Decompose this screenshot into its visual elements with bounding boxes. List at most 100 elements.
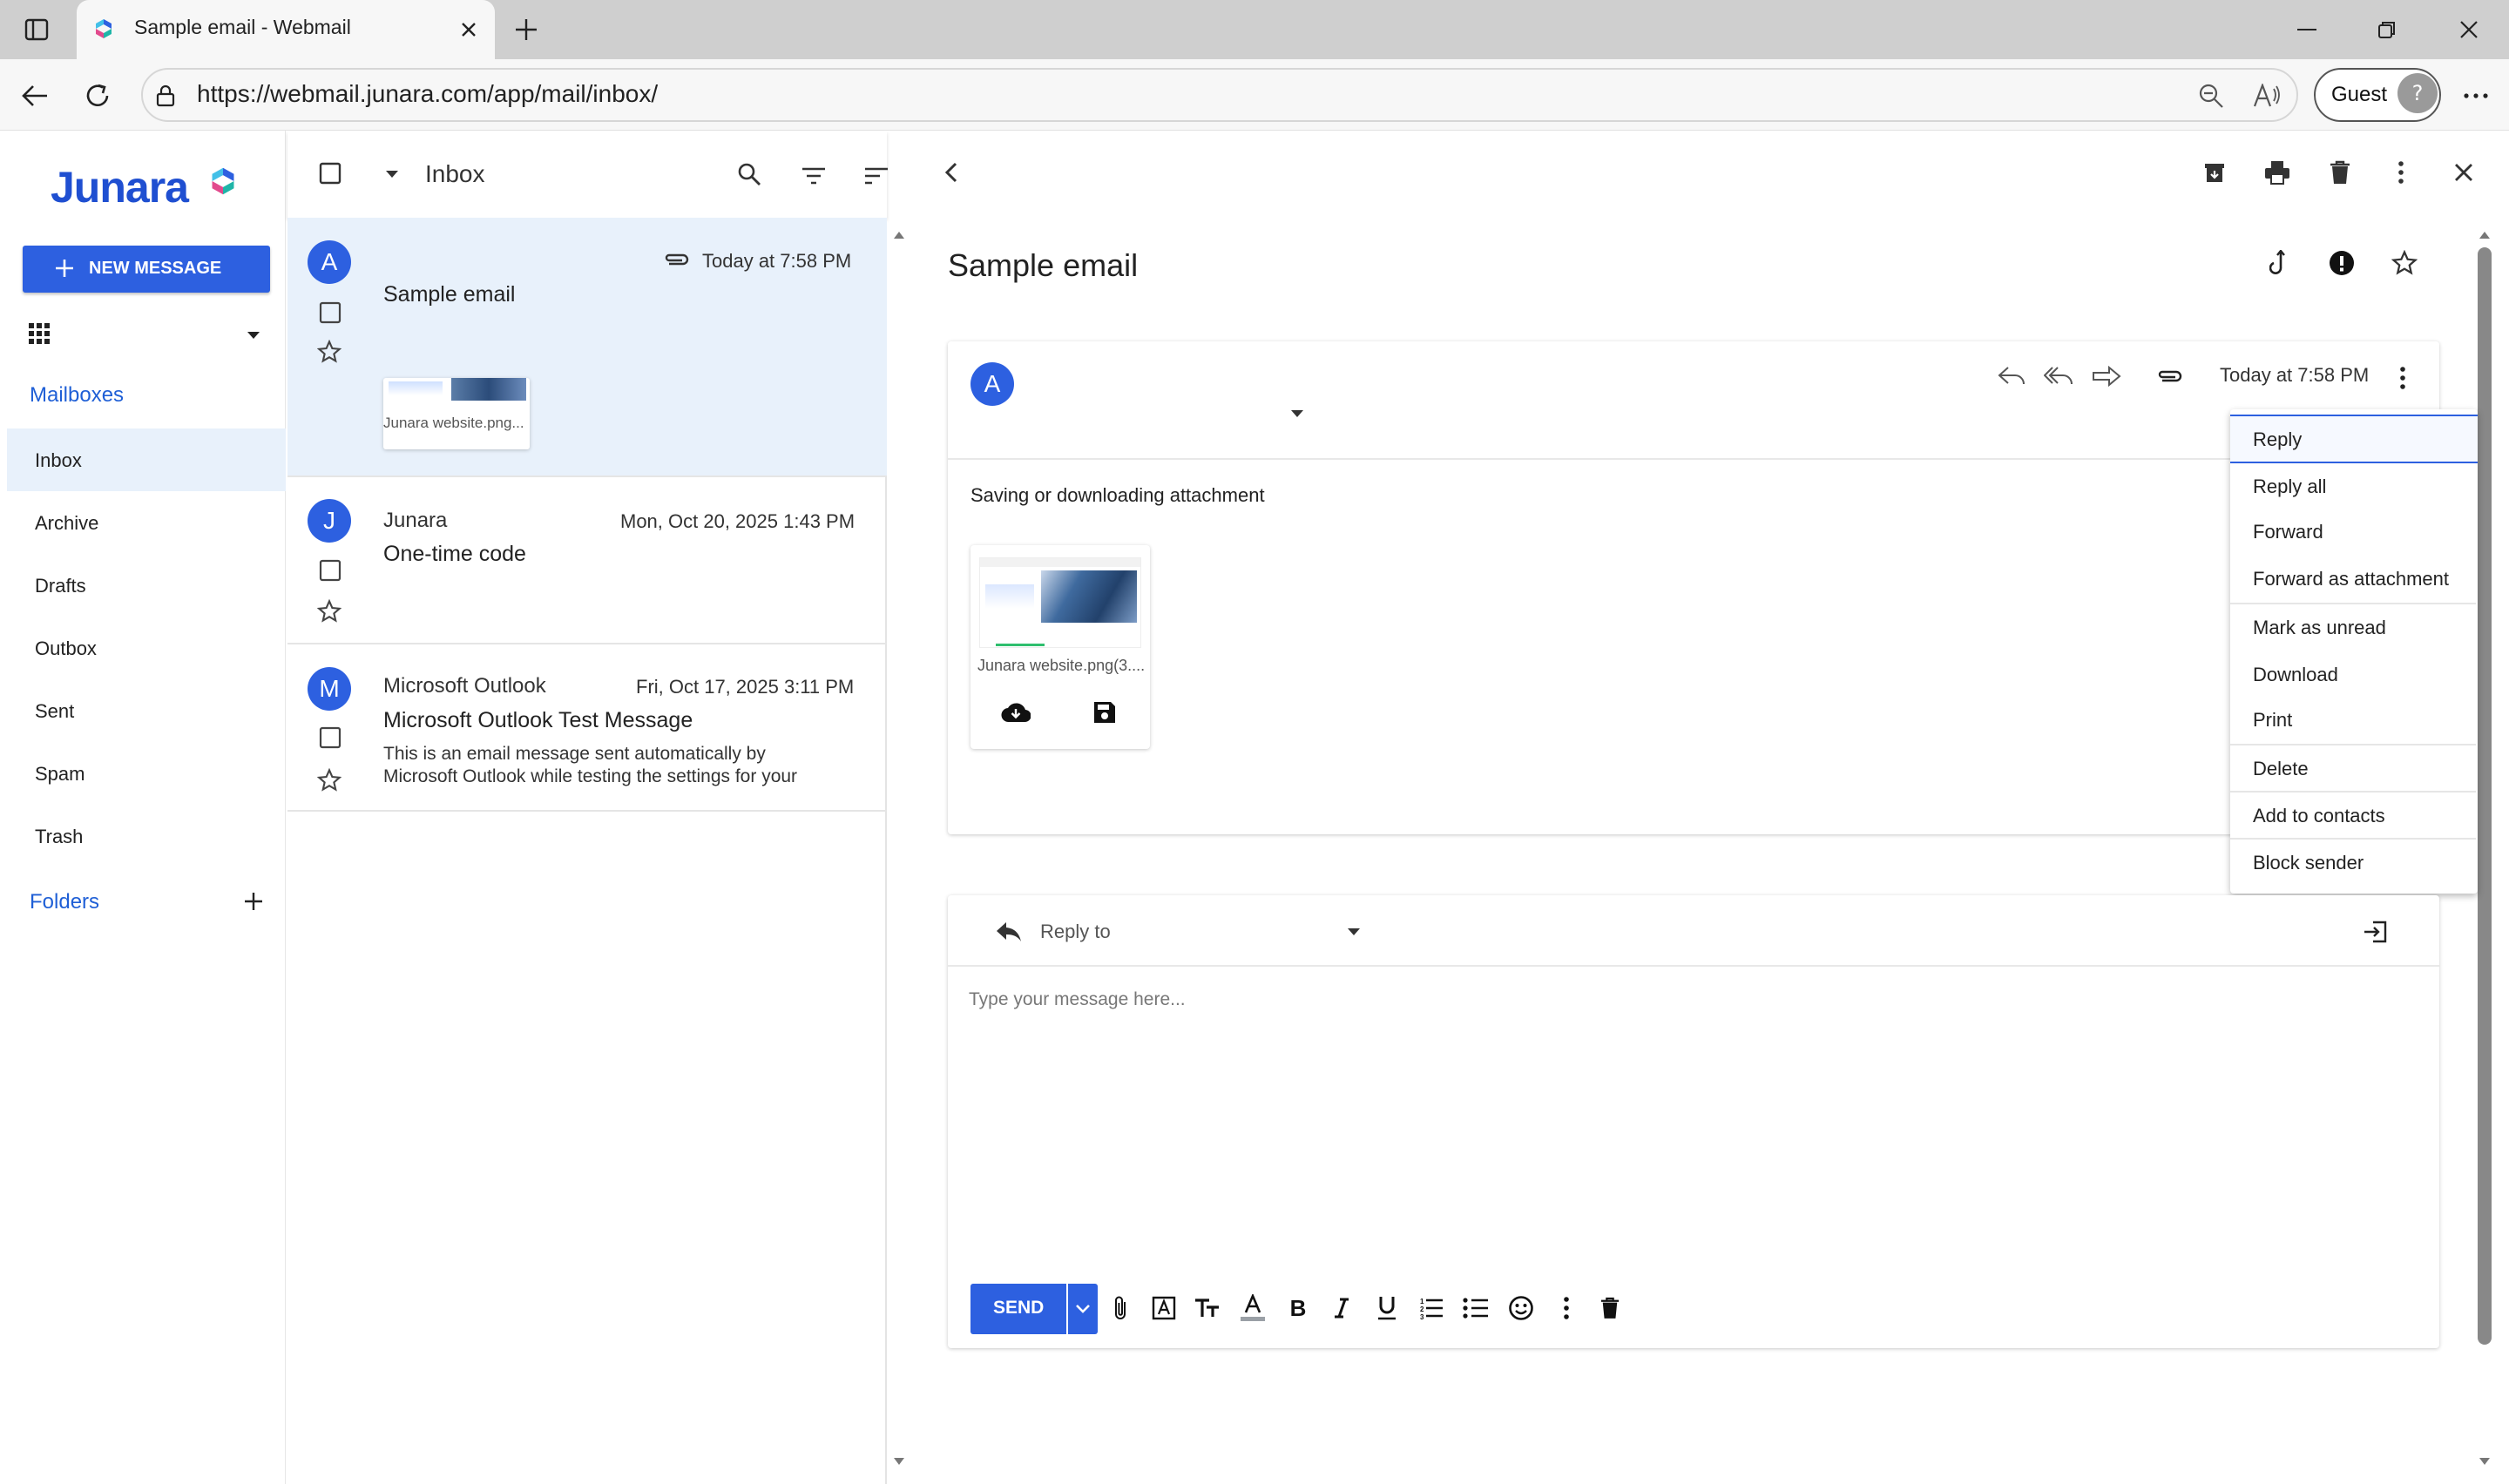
- site-info-lock-icon[interactable]: [150, 80, 181, 111]
- menu-item-block-sender[interactable]: Block sender: [2230, 840, 2476, 887]
- attachment-name: Junara website.png(3....: [977, 657, 1146, 674]
- sort-icon[interactable]: [859, 159, 894, 193]
- reading-scroll-up-icon[interactable]: [2478, 228, 2492, 242]
- mailbox-outbox[interactable]: Outbox: [35, 637, 97, 660]
- mailbox-sent[interactable]: Sent: [35, 700, 74, 723]
- send-options-button[interactable]: [1068, 1284, 1098, 1334]
- message-checkbox-2[interactable]: [315, 556, 345, 585]
- message-body-text: Saving or downloading attachment: [970, 484, 1265, 506]
- star-icon-2[interactable]: [314, 596, 345, 627]
- sender-avatar-1: A: [308, 240, 351, 284]
- menu-item-reply[interactable]: Reply: [2230, 416, 2476, 463]
- message-sender-2: Junara: [383, 509, 448, 532]
- attachment-icon-1: [660, 247, 692, 272]
- reply-icon[interactable]: [1995, 359, 2030, 394]
- select-all-checkbox[interactable]: [315, 159, 345, 188]
- minimize-window-icon[interactable]: [2288, 10, 2326, 49]
- numbered-list-icon[interactable]: 123: [1413, 1289, 1448, 1327]
- zoom-out-icon[interactable]: [2194, 78, 2228, 113]
- more-formatting-icon[interactable]: [1549, 1289, 1584, 1327]
- font-icon[interactable]: [1146, 1289, 1181, 1327]
- popout-composer-icon[interactable]: [2357, 914, 2392, 949]
- discard-draft-icon[interactable]: [1593, 1289, 1627, 1327]
- text-color-icon[interactable]: [1235, 1289, 1270, 1327]
- folder-title: Inbox: [425, 160, 485, 187]
- close-tab-icon[interactable]: [451, 12, 486, 47]
- underline-icon[interactable]: [1369, 1289, 1404, 1327]
- reading-scroll-down-icon[interactable]: [2478, 1454, 2492, 1468]
- menu-item-delete[interactable]: Delete: [2230, 745, 2476, 793]
- tab-actions-icon[interactable]: [19, 12, 54, 47]
- message-checkbox-3[interactable]: [315, 723, 345, 752]
- add-folder-icon[interactable]: [240, 888, 267, 914]
- close-message-icon[interactable]: [2446, 155, 2481, 190]
- menu-item-forward[interactable]: Forward: [2230, 509, 2476, 556]
- url-text[interactable]: https://webmail.junara.com/app/mail/inbo…: [197, 80, 658, 108]
- sender-avatar-2: J: [308, 499, 351, 543]
- menu-item-mark-unread[interactable]: Mark as unread: [2230, 604, 2476, 651]
- reply-all-icon[interactable]: [2042, 359, 2077, 394]
- junara-logo-icon: [206, 164, 240, 199]
- back-to-list-icon[interactable]: [936, 157, 967, 188]
- save-icon[interactable]: [1089, 697, 1120, 728]
- menu-item-add-to-contacts[interactable]: Add to contacts: [2230, 793, 2476, 840]
- menu-item-reply-all[interactable]: Reply all: [2230, 463, 2476, 510]
- tab-title: Sample email - Webmail: [134, 16, 351, 38]
- reply-message-input[interactable]: Type your message here...: [969, 989, 2415, 1268]
- message-row-2[interactable]: [287, 479, 887, 644]
- mailbox-spam[interactable]: Spam: [35, 763, 85, 786]
- menu-item-forward-as-attachment[interactable]: Forward as attachment: [2230, 556, 2476, 603]
- filter-icon[interactable]: [796, 159, 831, 193]
- delete-icon[interactable]: [2323, 155, 2357, 190]
- message-preview-3a: This is an email message sent automatica…: [383, 744, 766, 764]
- thread-icon[interactable]: [2262, 246, 2296, 280]
- new-tab-icon[interactable]: [507, 10, 545, 49]
- apps-dropdown-icon[interactable]: [240, 322, 267, 348]
- read-aloud-icon[interactable]: [2249, 78, 2284, 113]
- reply-mode-label[interactable]: Reply to: [1040, 921, 1111, 943]
- mailbox-archive[interactable]: Archive: [35, 512, 98, 535]
- message-menu-icon[interactable]: [2387, 361, 2418, 395]
- back-icon[interactable]: [16, 77, 54, 115]
- print-icon[interactable]: [2260, 155, 2295, 190]
- recipients-dropdown-icon[interactable]: [1286, 404, 1309, 423]
- cloud-download-icon[interactable]: [998, 697, 1033, 728]
- folders-heading[interactable]: Folders: [30, 890, 99, 914]
- menu-item-download[interactable]: Download: [2230, 651, 2476, 698]
- reply-mode-icon[interactable]: [991, 916, 1026, 948]
- menu-item-print[interactable]: Print: [2230, 697, 2476, 744]
- attachment-preview-image[interactable]: [979, 557, 1141, 648]
- apps-grid-icon[interactable]: [24, 319, 54, 348]
- reading-scrollbar-thumb[interactable]: [2478, 247, 2492, 1345]
- attachment-thumbnail-1[interactable]: Junara website.png...: [383, 378, 530, 449]
- mailbox-inbox[interactable]: Inbox: [35, 449, 82, 472]
- italic-icon[interactable]: [1324, 1289, 1359, 1327]
- reply-mode-dropdown-icon[interactable]: [1342, 921, 1366, 942]
- more-actions-icon[interactable]: [2384, 155, 2418, 190]
- mailboxes-heading[interactable]: Mailboxes: [30, 383, 124, 408]
- svg-text:3: 3: [1420, 1313, 1424, 1319]
- browser-menu-icon[interactable]: [2457, 77, 2495, 115]
- important-icon[interactable]: [2324, 246, 2359, 280]
- message-checkbox-1[interactable]: [315, 298, 345, 327]
- forward-icon[interactable]: [2089, 359, 2124, 394]
- emoji-icon[interactable]: [1504, 1289, 1539, 1327]
- reload-icon[interactable]: [78, 77, 117, 115]
- star-icon-1[interactable]: [314, 336, 345, 368]
- list-scroll-down-icon[interactable]: [892, 1454, 906, 1468]
- close-window-icon[interactable]: [2450, 10, 2488, 49]
- select-dropdown-icon[interactable]: [380, 162, 404, 186]
- star-icon-3[interactable]: [314, 765, 345, 796]
- text-size-icon[interactable]: [1190, 1289, 1225, 1327]
- bold-icon[interactable]: B: [1281, 1289, 1315, 1327]
- mailbox-drafts[interactable]: Drafts: [35, 575, 86, 597]
- bullet-list-icon[interactable]: [1458, 1289, 1493, 1327]
- search-icon[interactable]: [732, 157, 767, 192]
- attach-file-icon[interactable]: [1103, 1289, 1138, 1327]
- mailbox-trash[interactable]: Trash: [35, 826, 83, 848]
- junara-favicon-icon: [91, 14, 117, 44]
- restore-window-icon[interactable]: [2368, 10, 2406, 49]
- star-icon-message[interactable]: [2387, 246, 2422, 280]
- list-scroll-up-icon[interactable]: [892, 228, 906, 242]
- archive-icon[interactable]: [2197, 155, 2232, 190]
